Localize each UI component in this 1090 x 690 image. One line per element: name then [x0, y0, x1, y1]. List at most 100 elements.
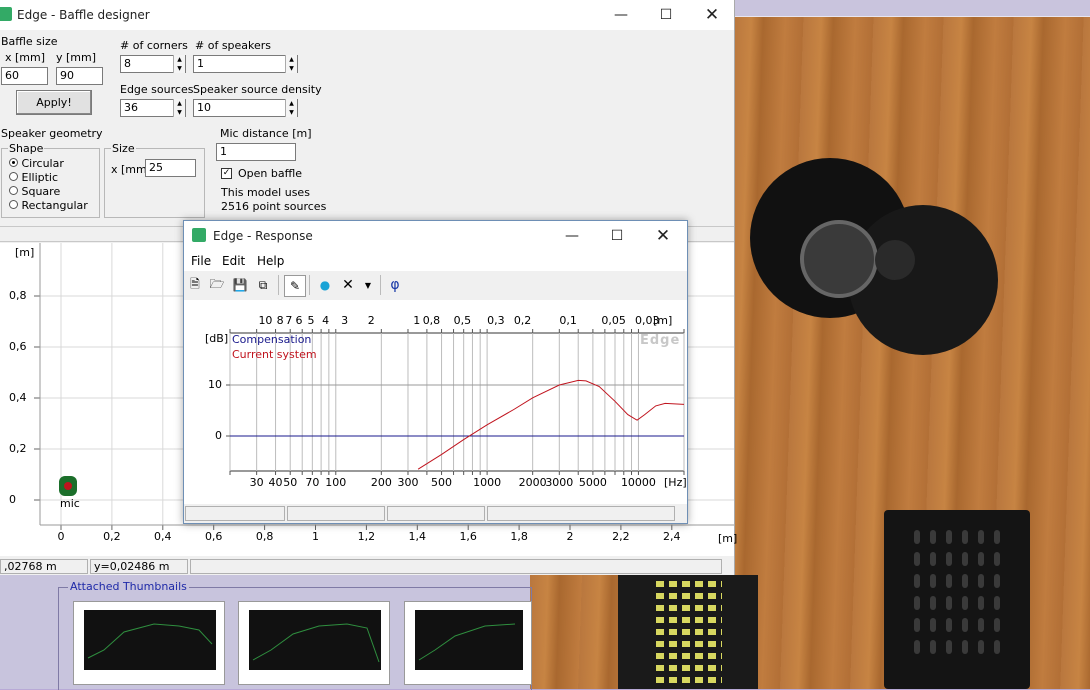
corners-value: 8	[124, 57, 131, 70]
baffle-y-input[interactable]: 90	[56, 67, 103, 85]
response-minimize-button[interactable]: —	[549, 221, 595, 251]
edge-sources-spinbox[interactable]: 36 ▲ ▼	[120, 99, 186, 117]
minimize-button[interactable]: —	[598, 0, 644, 30]
edge-watermark: Edge	[640, 333, 681, 348]
plot-y-unit: [m]	[15, 246, 35, 259]
bottom-axis-unit: [Hz]	[664, 476, 687, 489]
top-axis-label: 0,03	[634, 314, 660, 327]
speakers-spin-arrows[interactable]: ▲ ▼	[285, 55, 297, 73]
source-density-value: 10	[197, 101, 211, 114]
mic-icon[interactable]	[59, 476, 77, 496]
shape-label: Shape	[8, 142, 45, 155]
top-axis-label: 8	[276, 314, 284, 327]
status-empty-cell	[190, 559, 722, 574]
open-baffle-checkbox[interactable]: ✓	[221, 168, 232, 179]
close-button[interactable]: ✕	[689, 0, 735, 30]
response-toolbar: 🗎 🗁 💾 ⧉ ✎ ● ✕ ▼ φ	[184, 271, 687, 299]
shape-option-square[interactable]: Square	[9, 185, 60, 198]
mic-distance-label: Mic distance [m]	[220, 127, 312, 140]
response-graph-svg	[226, 329, 685, 475]
plot-x-tick-label: 2	[566, 530, 574, 543]
radio-circular[interactable]	[9, 158, 18, 167]
bottom-axis-label: 5000	[578, 476, 607, 489]
shape-circular-label: Circular	[21, 157, 64, 170]
menu-help[interactable]: Help	[251, 251, 290, 271]
shape-elliptic-label: Elliptic	[21, 171, 59, 184]
baffle-x-input[interactable]: 60	[1, 67, 48, 85]
top-axis-label: 4	[322, 314, 330, 327]
open-folder-icon[interactable]: 🗁	[207, 275, 227, 295]
tweeter-phase-plug-image	[875, 240, 915, 280]
phase-icon[interactable]: φ	[385, 275, 405, 295]
shape-rectangular-label: Rectangular	[21, 199, 88, 212]
window-title: Edge - Baffle designer	[17, 8, 150, 22]
app-icon	[0, 7, 12, 21]
y-tick-0: 0	[215, 429, 222, 442]
corners-spinbox[interactable]: 8 ▲ ▼	[120, 55, 186, 73]
source-density-spinbox[interactable]: 10 ▲ ▼	[193, 99, 298, 117]
response-graph[interactable]: [m] [Hz] [dB] 10 0 Compensation Current …	[184, 300, 687, 504]
plot-x-tick-label: 1,8	[510, 530, 528, 543]
legend-compensation: Compensation	[232, 333, 312, 346]
maximize-button[interactable]: ☐	[643, 0, 689, 30]
bottom-axis-label: 40	[268, 476, 283, 489]
thumbnail-2[interactable]	[238, 601, 390, 685]
dropdown-arrow-icon[interactable]: ▼	[358, 275, 378, 295]
bottom-axis-label: 3000	[545, 476, 574, 489]
mic-distance-input[interactable]: 1	[216, 143, 296, 161]
edge-sources-spin-arrows[interactable]: ▲ ▼	[173, 99, 185, 117]
corners-spin-arrows[interactable]: ▲ ▼	[173, 55, 185, 73]
delete-icon[interactable]: ✕	[338, 275, 358, 295]
baffle-y-label: y [mm]	[56, 51, 97, 64]
bottom-axis-label: 1000	[473, 476, 502, 489]
top-axis-label: 0,1	[559, 314, 577, 327]
response-status-cell-4	[487, 506, 675, 521]
shape-option-rectangular[interactable]: Rectangular	[9, 199, 88, 212]
plot-x-tick-label: 0,2	[103, 530, 121, 543]
y-axis-unit: [dB]	[205, 332, 229, 345]
shape-option-circular[interactable]: Circular	[9, 157, 64, 170]
toolbar-separator-3	[380, 275, 381, 295]
toolbar-separator-2	[309, 275, 310, 295]
response-maximize-button[interactable]: ☐	[594, 221, 640, 251]
y-tick-10: 10	[208, 378, 222, 391]
thumbnails-title: Attached Thumbnails	[68, 580, 189, 593]
bottom-axis-label: 50	[283, 476, 298, 489]
baffle-titlebar: Edge - Baffle designer — ☐ ✕	[0, 0, 734, 30]
plot-x-tick-label: 1,6	[459, 530, 477, 543]
pen-icon[interactable]: ✎	[284, 275, 306, 297]
menu-file[interactable]: File	[185, 251, 217, 271]
bottom-axis-label: 200	[370, 476, 392, 489]
model-info-line1: This model uses	[221, 186, 310, 199]
save-icon[interactable]: 💾	[230, 275, 250, 295]
top-axis-label: 3	[341, 314, 349, 327]
plot-y-tick-label: 0,2	[9, 442, 27, 455]
thumbnail-1[interactable]	[73, 601, 225, 685]
source-density-spin-arrows[interactable]: ▲ ▼	[285, 99, 297, 117]
response-titlebar: Edge - Response — ☐ ✕	[184, 221, 687, 251]
desktop-strip	[734, 0, 1090, 17]
new-file-icon[interactable]: 🗎	[185, 275, 205, 295]
plot-x-tick-label: 2,4	[663, 530, 681, 543]
response-close-button[interactable]: ✕	[640, 221, 686, 251]
top-axis-label: 0,05	[601, 314, 626, 327]
radio-rectangular[interactable]	[9, 200, 18, 209]
plot-x-tick-label: 0,6	[204, 530, 223, 543]
plot-x-unit: [m]	[718, 532, 738, 545]
apply-button[interactable]: Apply!	[16, 90, 92, 115]
bottom-axis-label: 10000	[620, 476, 656, 489]
radio-elliptic[interactable]	[9, 172, 18, 181]
radio-square[interactable]	[9, 186, 18, 195]
menu-edit[interactable]: Edit	[216, 251, 251, 271]
person-icon[interactable]: ●	[315, 275, 335, 295]
copy-icon[interactable]: ⧉	[253, 275, 273, 295]
edge-sources-value: 36	[124, 101, 138, 114]
shape-option-elliptic[interactable]: Elliptic	[9, 171, 58, 184]
status-x-readout: ,02768 m	[0, 559, 88, 574]
response-status-cell-1	[185, 506, 285, 521]
shape-square-label: Square	[21, 185, 61, 198]
speakers-spinbox[interactable]: 1 ▲ ▼	[193, 55, 298, 73]
size-x-input[interactable]: 25	[145, 159, 196, 177]
plot-x-tick-label: 2,2	[612, 530, 630, 543]
thumbnail-3[interactable]	[404, 601, 532, 685]
